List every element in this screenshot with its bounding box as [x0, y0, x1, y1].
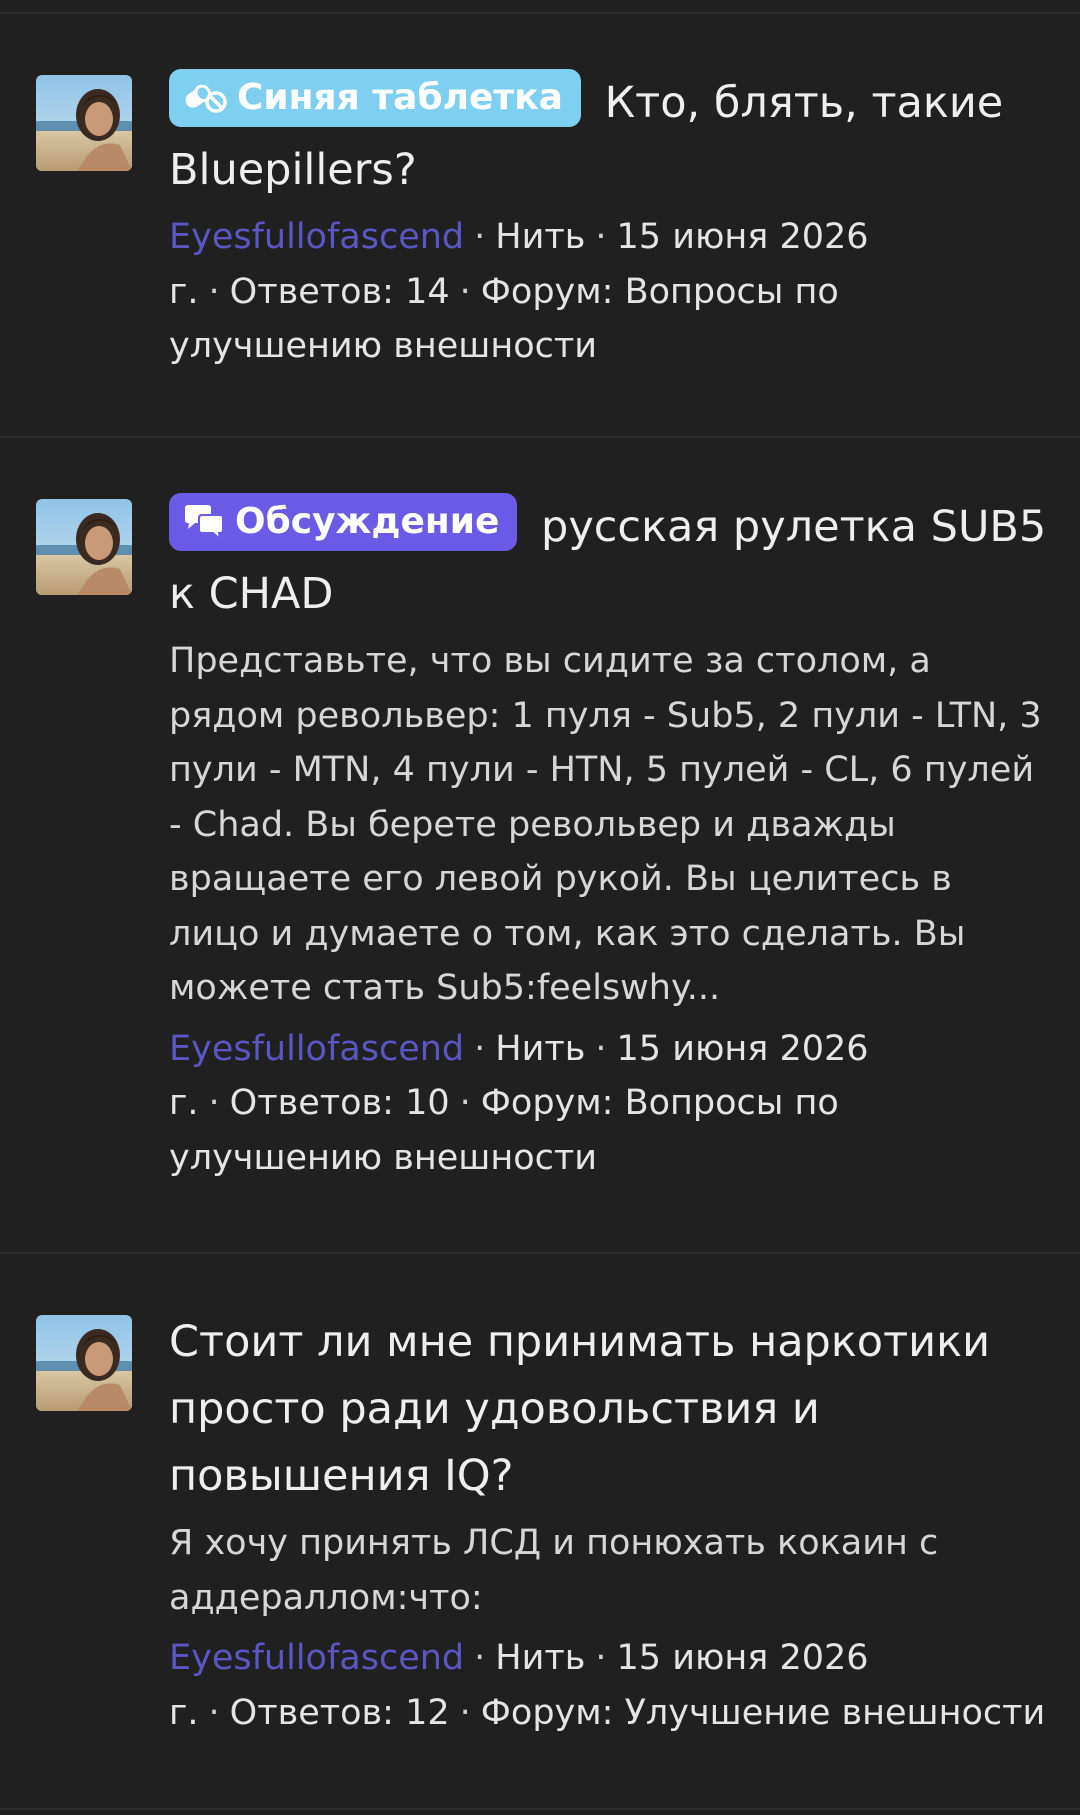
pills-icon	[185, 84, 227, 113]
thread-title[interactable]: Обсуждение русская рулетка SUB5 к CHAD	[169, 493, 1049, 628]
avatar[interactable]	[36, 1315, 132, 1411]
separator-dot: ·	[595, 217, 607, 257]
avatar[interactable]	[36, 499, 132, 595]
author-link[interactable]: Eyesfullofascend	[169, 1029, 464, 1069]
avatar[interactable]	[36, 75, 132, 171]
thread-title-text[interactable]: Стоит ли мне принимать наркотики просто …	[169, 1317, 990, 1501]
separator-dot: ·	[208, 1692, 220, 1733]
separator-dot: ·	[459, 1692, 471, 1733]
reply-count: Ответов: 12	[229, 1692, 450, 1733]
separator-dot: ·	[474, 1028, 486, 1069]
thread-item[interactable]: Стоит ли мне принимать наркотики просто …	[0, 1254, 1080, 1810]
thread-type: Нить	[495, 1638, 586, 1678]
thread-prefix-label: Обсуждение	[235, 501, 500, 542]
separator-dot: ·	[595, 1028, 607, 1069]
thread-item[interactable]: Синяя таблетка Кто, блять, такие Bluepil…	[0, 14, 1080, 438]
chat-bubbles-icon	[185, 505, 224, 542]
separator-dot: ·	[208, 1083, 220, 1123]
thread-item[interactable]: Обсуждение русская рулетка SUB5 к CHAD П…	[0, 438, 1080, 1254]
thread-type: Нить	[495, 217, 586, 257]
author-link[interactable]: Eyesfullofascend	[169, 1638, 464, 1678]
thread-title[interactable]: Стоит ли мне принимать наркотики просто …	[169, 1309, 1049, 1510]
separator-dot: ·	[208, 271, 220, 312]
thread-snippet: Представьте, что вы сидите за столом, а …	[169, 641, 1042, 1008]
separator-dot: ·	[474, 217, 486, 257]
separator-dot: ·	[459, 1083, 471, 1123]
separator-dot: ·	[474, 1638, 486, 1678]
separator-dot: ·	[459, 271, 471, 312]
forum-link[interactable]: Форум: Улучшение внешности	[481, 1693, 1045, 1733]
thread-prefix-badge[interactable]: Синяя таблетка	[169, 69, 581, 127]
thread-type: Нить	[495, 1028, 586, 1069]
thread-meta: Eyesfullofascend · Нить · 15 июня 2026 г. · От…	[169, 1022, 1049, 1186]
thread-meta: Eyesfullofascend · Нить · 15 июня 2026 г. · От…	[169, 210, 1049, 374]
thread-snippet: Я хочу принять ЛСД и понюхать кокаин с а…	[169, 1523, 939, 1618]
thread-meta: Eyesfullofascend · Нить · 15 июня 2026 г. · От…	[169, 1631, 1049, 1740]
thread-prefix-label: Синяя таблетка	[237, 77, 563, 118]
author-link[interactable]: Eyesfullofascend	[169, 217, 464, 257]
separator-dot: ·	[595, 1638, 607, 1678]
thread-title[interactable]: Синяя таблетка Кто, блять, такие Bluepil…	[169, 69, 1049, 204]
reply-count: Ответов: 14	[229, 271, 450, 312]
reply-count: Ответов: 10	[229, 1083, 450, 1123]
thread-prefix-badge[interactable]: Обсуждение	[169, 493, 518, 551]
